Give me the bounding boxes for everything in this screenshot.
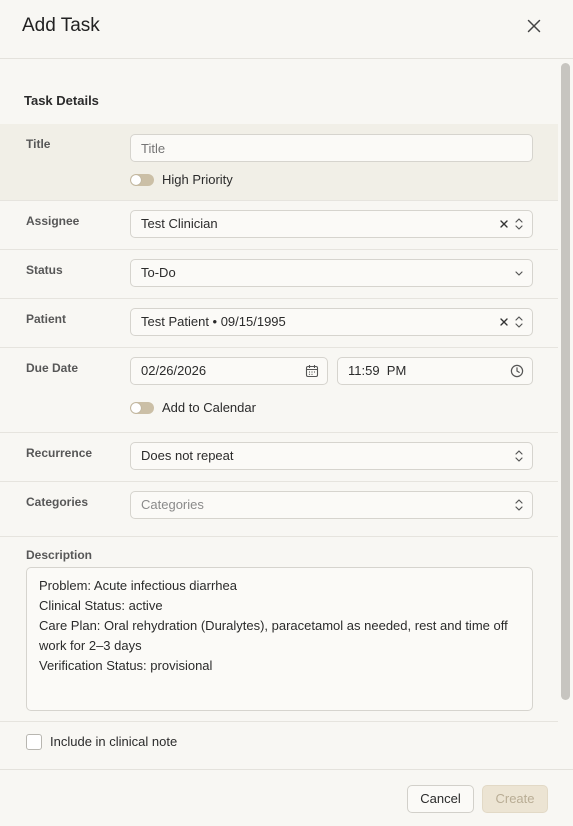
title-label: Title xyxy=(26,137,51,151)
add-to-calendar-label: Add to Calendar xyxy=(162,400,256,415)
assignee-select[interactable]: Test Clinician xyxy=(130,210,533,238)
status-value: To-Do xyxy=(141,265,176,280)
dialog-body: Task Details Title High Priority Assigne… xyxy=(0,60,573,769)
recurrence-select[interactable]: Does not repeat xyxy=(130,442,533,470)
recurrence-value: Does not repeat xyxy=(141,448,234,463)
due-time-input[interactable]: 11:59 PM xyxy=(337,357,533,385)
description-textarea[interactable]: Problem: Acute infectious diarrhea Clini… xyxy=(26,567,533,711)
toggle-knob xyxy=(131,175,141,185)
assignee-label: Assignee xyxy=(26,214,80,228)
due-date-value: 02/26/2026 xyxy=(141,363,207,378)
high-priority-label: High Priority xyxy=(162,172,233,187)
status-select[interactable]: To-Do xyxy=(130,259,533,287)
due-time-value: 11:59 PM xyxy=(348,363,407,378)
categories-row: Categories Categories xyxy=(0,482,558,537)
recurrence-row: Recurrence Does not repeat xyxy=(0,433,558,482)
high-priority-toggle[interactable] xyxy=(130,174,154,186)
include-clinical-note-label: Include in clinical note xyxy=(50,734,178,749)
close-icon xyxy=(527,19,541,33)
add-to-calendar-toggle[interactable] xyxy=(130,402,154,414)
include-clinical-note-checkbox[interactable] xyxy=(26,734,42,750)
divider xyxy=(0,721,558,722)
patient-label: Patient xyxy=(26,312,67,326)
title-row: Title High Priority xyxy=(0,124,558,201)
toggle-knob xyxy=(131,403,141,413)
scrollbar-thumb[interactable] xyxy=(561,63,570,700)
dialog-footer: Cancel Create xyxy=(0,769,573,826)
categories-select[interactable]: Categories xyxy=(130,491,533,519)
description-label: Description xyxy=(26,548,93,562)
patient-select[interactable]: Test Patient • 09/15/1995 xyxy=(130,308,533,336)
recurrence-label: Recurrence xyxy=(26,446,93,460)
categories-placeholder: Categories xyxy=(141,497,204,512)
patient-value: Test Patient • 09/15/1995 xyxy=(141,314,286,329)
assignee-value: Test Clinician xyxy=(141,216,218,231)
patient-row: Patient Test Patient • 09/15/1995 xyxy=(0,299,558,348)
status-label: Status xyxy=(26,263,63,277)
clock-icon[interactable] xyxy=(510,364,524,378)
due-date-input[interactable]: 02/26/2026 xyxy=(130,357,328,385)
chevron-up-down-icon xyxy=(515,218,523,230)
status-row: Status To-Do xyxy=(0,250,558,299)
title-input[interactable] xyxy=(130,134,533,162)
close-button[interactable] xyxy=(522,14,546,38)
chevron-up-down-icon xyxy=(515,450,523,462)
create-button[interactable]: Create xyxy=(482,785,548,813)
due-date-label: Due Date xyxy=(26,361,79,375)
clear-icon[interactable] xyxy=(498,218,510,230)
assignee-row: Assignee Test Clinician xyxy=(0,201,558,250)
chevron-down-icon xyxy=(515,271,523,276)
dialog-header: Add Task xyxy=(0,0,573,59)
clear-icon[interactable] xyxy=(498,316,510,328)
section-title: Task Details xyxy=(24,93,99,108)
dialog-title: Add Task xyxy=(22,15,100,36)
chevron-up-down-icon xyxy=(515,499,523,511)
calendar-icon[interactable] xyxy=(305,364,319,378)
categories-label: Categories xyxy=(26,495,89,509)
due-date-row: Due Date 02/26/2026 11:59 PM Add to Cale… xyxy=(0,348,558,433)
cancel-button[interactable]: Cancel xyxy=(407,785,474,813)
chevron-up-down-icon xyxy=(515,316,523,328)
